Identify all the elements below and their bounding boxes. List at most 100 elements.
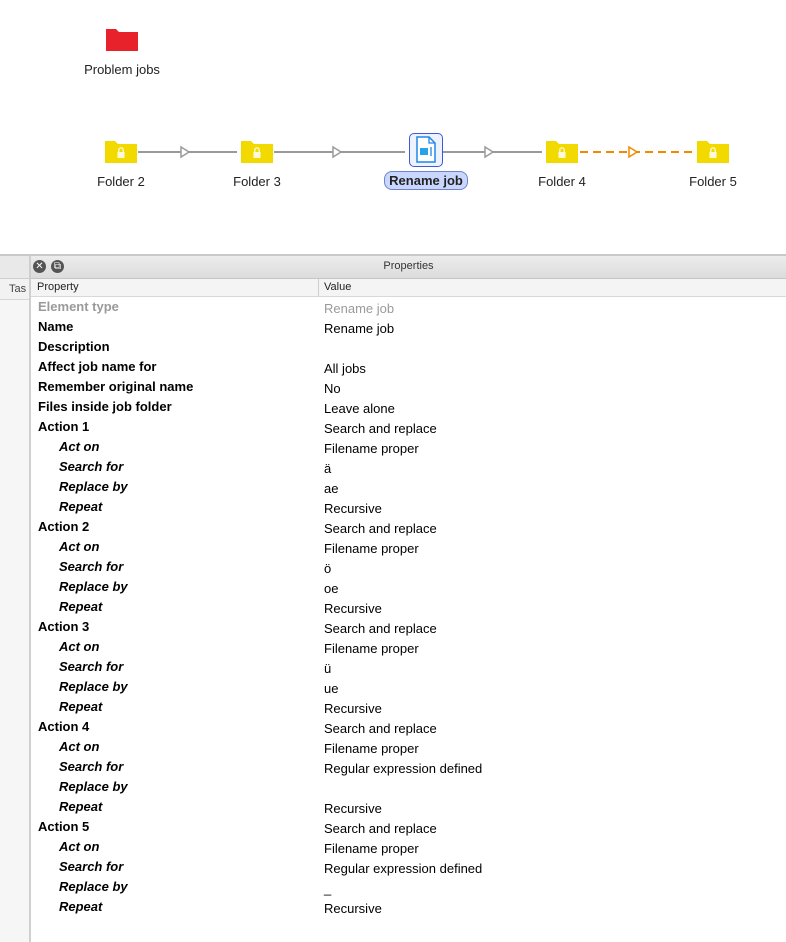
folder-5-label: Folder 5 [689,174,737,189]
property-row[interactable]: Act on Filename proper [31,538,786,558]
folder-4-node[interactable]: Folder 4 [527,138,597,189]
property-row[interactable]: Repeat Recursive [31,698,786,718]
property-value[interactable]: _ [324,881,331,896]
property-value[interactable]: Search and replace [324,421,437,436]
property-value[interactable]: Search and replace [324,521,437,536]
property-value[interactable]: ae [324,481,338,496]
locked-folder-icon [546,141,578,163]
property-value[interactable]: ue [324,681,338,696]
property-row[interactable]: Replace by [31,778,786,798]
flow-canvas[interactable]: Problem jobs Folder 2 Folder 3 Rename jo… [0,0,786,255]
property-row[interactable]: Remember original name No [31,378,786,398]
property-row[interactable]: Action 1 Search and replace [31,418,786,438]
property-value[interactable]: Rename job [324,321,394,336]
property-column-header[interactable]: Property [37,281,79,293]
property-name: Action 4 [38,719,90,734]
property-name: Action 1 [38,419,90,434]
property-name: Remember original name [38,379,194,394]
property-name: Replace by [59,479,128,494]
property-row[interactable]: Repeat Recursive [31,498,786,518]
property-name: Description [38,339,110,354]
property-row[interactable]: Search for Regular expression defined [31,758,786,778]
property-name: Act on [59,639,100,654]
property-value[interactable]: Filename proper [324,441,419,456]
folder-2-node[interactable]: Folder 2 [86,138,156,189]
property-value[interactable]: oe [324,581,338,596]
rename-job-icon [416,136,436,163]
property-value[interactable]: Search and replace [324,621,437,636]
properties-titlebar: ✕ ⧉ Properties [31,256,786,279]
property-value[interactable]: Recursive [324,801,382,816]
property-row[interactable]: Act on Filename proper [31,738,786,758]
left-panel-tab[interactable]: Tas [0,279,29,300]
property-value[interactable]: ü [324,661,331,676]
property-row[interactable]: Replace by ae [31,478,786,498]
property-row[interactable]: Repeat Recursive [31,898,786,918]
problem-jobs-node[interactable]: Problem jobs [78,26,166,77]
property-value[interactable]: ä [324,461,331,476]
property-row[interactable]: Name Rename job [31,318,786,338]
property-name: Search for [59,559,124,574]
property-value[interactable]: Recursive [324,601,382,616]
properties-table: Element type Rename job Name Rename job Desc… [31,297,786,918]
property-value[interactable]: Leave alone [324,401,395,416]
property-value[interactable]: Regular expression defined [324,761,482,776]
locked-folder-icon [697,141,729,163]
left-side-panel: Tas [0,256,31,942]
folder-5-node[interactable]: Folder 5 [678,138,748,189]
property-value[interactable]: Rename job [324,301,394,316]
property-value[interactable]: Filename proper [324,841,419,856]
folder-red-icon [106,29,138,51]
property-row[interactable]: Repeat Recursive [31,598,786,618]
property-name: Action 2 [38,519,90,534]
property-row[interactable]: Act on Filename proper [31,838,786,858]
properties-title: Properties [383,260,434,272]
property-row[interactable]: Action 5 Search and replace [31,818,786,838]
property-row[interactable]: Affect job name for All jobs [31,358,786,378]
property-name: Act on [59,739,100,754]
property-value[interactable]: No [324,381,341,396]
property-row[interactable]: Search for ü [31,658,786,678]
property-row[interactable]: Replace by oe [31,578,786,598]
folder-3-node[interactable]: Folder 3 [222,138,292,189]
property-value[interactable]: Recursive [324,501,382,516]
property-row[interactable]: Action 4 Search and replace [31,718,786,738]
locked-folder-icon [241,141,273,163]
property-row[interactable]: Action 3 Search and replace [31,618,786,638]
property-value[interactable]: Regular expression defined [324,861,482,876]
property-row[interactable]: Search for ö [31,558,786,578]
property-row[interactable]: Action 2 Search and replace [31,518,786,538]
property-row[interactable]: Repeat Recursive [31,798,786,818]
property-row[interactable]: Search for ä [31,458,786,478]
property-name: Act on [59,839,100,854]
property-row[interactable]: Files inside job folder Leave alone [31,398,786,418]
rename-job-node[interactable]: Rename job [382,133,470,190]
property-row[interactable]: Search for Regular expression defined [31,858,786,878]
property-value[interactable]: Recursive [324,901,382,916]
property-name: Act on [59,439,100,454]
property-name: Repeat [59,799,103,814]
properties-column-header: Property Value [31,279,786,297]
properties-panel: ✕ ⧉ Properties Property Value Element ty… [31,256,786,942]
value-column-header[interactable]: Value [318,279,351,296]
property-row[interactable]: Replace by _ [31,878,786,898]
property-value[interactable]: Search and replace [324,821,437,836]
property-value[interactable]: ö [324,561,331,576]
property-value[interactable]: All jobs [324,361,366,376]
property-value[interactable]: Filename proper [324,541,419,556]
property-row[interactable]: Replace by ue [31,678,786,698]
property-row[interactable]: Element type Rename job [31,298,786,318]
property-name: Replace by [59,579,128,594]
property-name: Repeat [59,499,103,514]
property-value[interactable]: Filename proper [324,741,419,756]
property-value[interactable]: Search and replace [324,721,437,736]
property-row[interactable]: Act on Filename proper [31,438,786,458]
property-value[interactable]: Filename proper [324,641,419,656]
property-value[interactable]: Recursive [324,701,382,716]
property-name: Action 5 [38,819,90,834]
property-row[interactable]: Act on Filename proper [31,638,786,658]
property-row[interactable]: Description [31,338,786,358]
property-name: Repeat [59,699,103,714]
property-name: Action 3 [38,619,90,634]
property-name: Repeat [59,899,103,914]
